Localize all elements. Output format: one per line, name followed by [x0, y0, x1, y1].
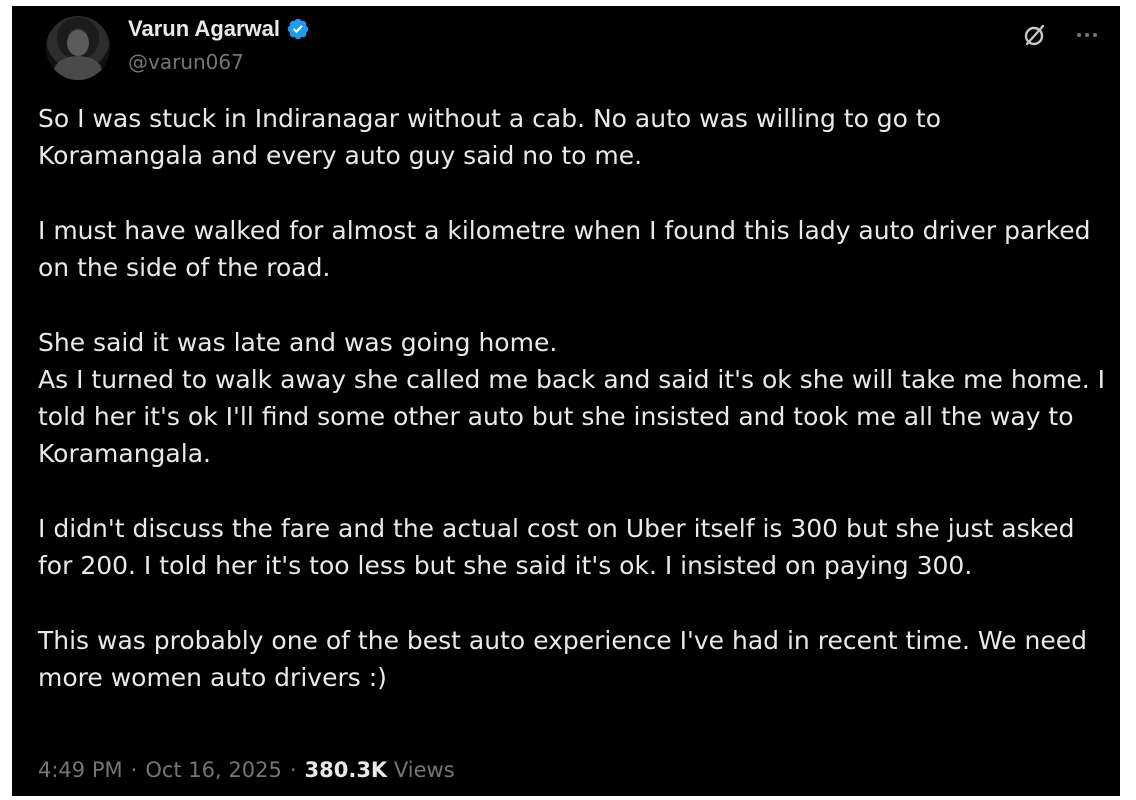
tweet-paragraph-3: She said it was late and was going home.: [38, 328, 558, 357]
tweet-paragraph-2: I must have walked for almost a kilometr…: [38, 216, 1091, 282]
avatar-shoulders: [54, 56, 102, 80]
views-label: Views: [393, 758, 455, 782]
author-name-row: Varun Agarwal: [128, 16, 310, 42]
meta-separator: ·: [130, 758, 138, 782]
avatar-face: [67, 30, 89, 56]
meta-separator: ·: [289, 758, 297, 782]
more-options-icon[interactable]: [1072, 20, 1102, 50]
verified-badge-icon: [286, 17, 310, 41]
avatar[interactable]: [46, 16, 110, 80]
tweet-actions-top: [1020, 20, 1102, 50]
tweet-time[interactable]: 4:49 PM: [38, 758, 123, 782]
author-handle[interactable]: @varun067: [128, 50, 244, 74]
tweet-paragraph-1: So I was stuck in Indiranagar without a …: [38, 104, 942, 170]
tweet-card: Varun Agarwal @varun067 So I was stuck i…: [12, 6, 1120, 796]
tweet-date[interactable]: Oct 16, 2025: [145, 758, 282, 782]
tweet-paragraph-5: I didn't discuss the fare and the actual…: [38, 514, 1075, 580]
views-count[interactable]: 380.3K: [305, 758, 388, 782]
author-display-name[interactable]: Varun Agarwal: [128, 16, 280, 42]
tweet-meta: 4:49 PM · Oct 16, 2025 · 380.3K Views: [38, 758, 455, 782]
tweet-paragraph-6: This was probably one of the best auto e…: [38, 626, 1087, 692]
tweet-text: So I was stuck in Indiranagar without a …: [38, 100, 1108, 734]
grok-icon[interactable]: [1020, 20, 1050, 50]
tweet-paragraph-4: As I turned to walk away she called me b…: [38, 365, 1106, 468]
